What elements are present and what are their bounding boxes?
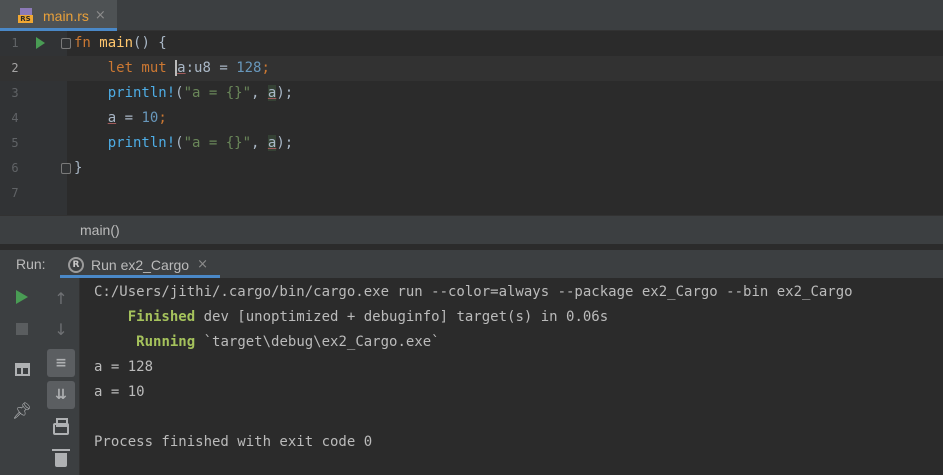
fold-icon[interactable] — [61, 163, 71, 174]
rerun-button[interactable] — [8, 283, 36, 311]
close-icon[interactable]: × — [95, 8, 106, 23]
code-text: } — [74, 160, 83, 176]
console-line-output: a = 128 — [94, 359, 154, 375]
line-number: 3 — [11, 86, 19, 100]
code-text: println!("a = {}", a); — [107, 135, 294, 151]
code-line[interactable]: 6 } — [0, 156, 943, 181]
print-button[interactable] — [47, 415, 75, 443]
layout-icon — [14, 362, 30, 376]
code-text: let mut a:u8 = 128; — [107, 60, 270, 76]
console-line-finished: Finished dev [unoptimized + debuginfo] t… — [127, 309, 609, 325]
line-number: 6 — [11, 161, 19, 175]
pin-icon: 📌︎ — [11, 400, 33, 420]
code-line[interactable]: 7 — [0, 181, 943, 206]
code-line[interactable]: 5 println!("a = {}", a); — [0, 131, 943, 156]
line-number: 4 — [11, 111, 19, 125]
line-number: 5 — [11, 136, 19, 150]
previous-occurrence-button[interactable]: ↑ — [47, 284, 75, 312]
run-panel-header: Run: R Run ex2_Cargo × — [0, 249, 943, 278]
code-line[interactable]: 3 println!("a = {}", a); — [0, 81, 943, 106]
stop-button[interactable] — [8, 315, 36, 343]
run-toolbar-secondary: ↑ ↓ ≡ ⇊ — [44, 278, 80, 475]
console-line-output: a = 10 — [94, 384, 145, 400]
breadcrumb: main() — [0, 215, 943, 244]
arrow-down-icon: ↓ — [54, 319, 68, 339]
print-icon — [53, 418, 69, 435]
line-number: 1 — [11, 36, 19, 50]
trash-icon — [52, 449, 70, 467]
scroll-to-end-button[interactable]: ⇊ — [47, 381, 75, 409]
soft-wrap-icon: ≡ — [55, 355, 67, 371]
code-line[interactable]: 1 fn main() { — [0, 31, 943, 56]
code-editor[interactable]: 1 fn main() { 2 let mut a:u8 = 128; 3 pr… — [0, 31, 943, 215]
next-occurrence-button[interactable]: ↓ — [47, 315, 75, 343]
code-line[interactable]: 4 a = 10; — [0, 106, 943, 131]
code-text: println!("a = {}", a); — [107, 85, 294, 101]
console-line-exit: Process finished with exit code 0 — [94, 434, 373, 450]
code-line-current[interactable]: 2 let mut a:u8 = 128; — [0, 56, 943, 81]
layout-button[interactable] — [8, 355, 36, 383]
editor-tab-main-rs[interactable]: RS main.rs × — [0, 0, 117, 31]
fold-icon[interactable] — [61, 38, 71, 49]
pin-tab-button[interactable]: 📌︎ — [8, 396, 36, 424]
run-toolbar-primary: 📌︎ — [0, 278, 44, 475]
scroll-to-end-icon: ⇊ — [55, 387, 67, 403]
run-console[interactable]: C:/Users/jithi/.cargo/bin/cargo.exe run … — [81, 278, 943, 475]
soft-wrap-button[interactable]: ≡ — [47, 349, 75, 377]
code-text: a = 10; — [107, 110, 167, 126]
rust-file-icon: RS — [18, 8, 35, 23]
run-gutter-icon[interactable] — [36, 37, 45, 49]
line-number: 2 — [11, 61, 19, 75]
editor-tab-label: main.rs — [43, 7, 89, 24]
caret: a — [175, 60, 186, 76]
line-number: 7 — [11, 186, 19, 200]
cargo-icon: R — [68, 256, 84, 273]
run-panel-title: Run: — [16, 256, 46, 272]
close-icon[interactable]: × — [197, 257, 208, 272]
play-icon — [16, 290, 28, 304]
console-line-running: Running `target\debug\ex2_Cargo.exe` — [136, 334, 440, 350]
code-text: fn main() { — [74, 35, 167, 51]
run-tab-label: Run ex2_Cargo — [91, 256, 190, 273]
clear-all-button[interactable] — [47, 446, 75, 474]
arrow-up-icon: ↑ — [54, 288, 68, 308]
console-line-command: C:/Users/jithi/.cargo/bin/cargo.exe run … — [94, 284, 853, 300]
editor-tab-bar: RS main.rs × — [0, 0, 943, 31]
breadcrumb-item-main[interactable]: main() — [80, 216, 120, 245]
stop-icon — [16, 323, 28, 335]
